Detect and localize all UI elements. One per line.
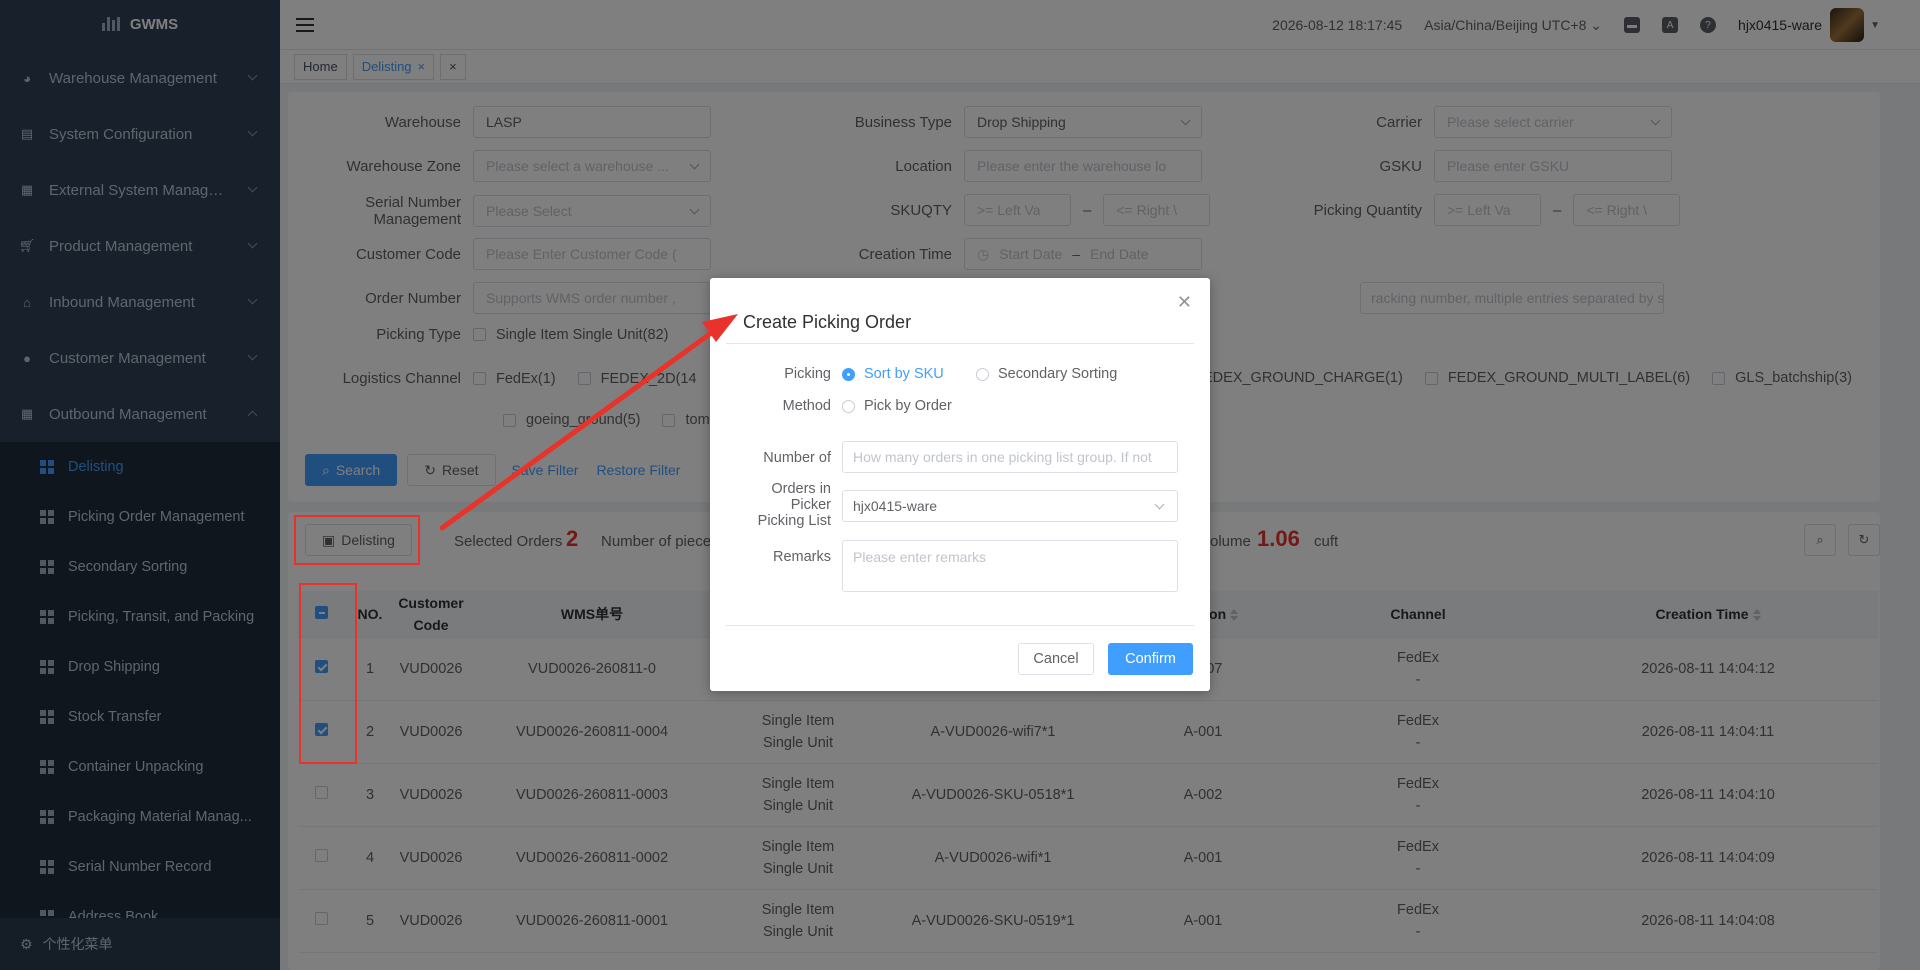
arrow-shaft xyxy=(439,328,717,531)
annotation-arrow xyxy=(439,314,738,531)
